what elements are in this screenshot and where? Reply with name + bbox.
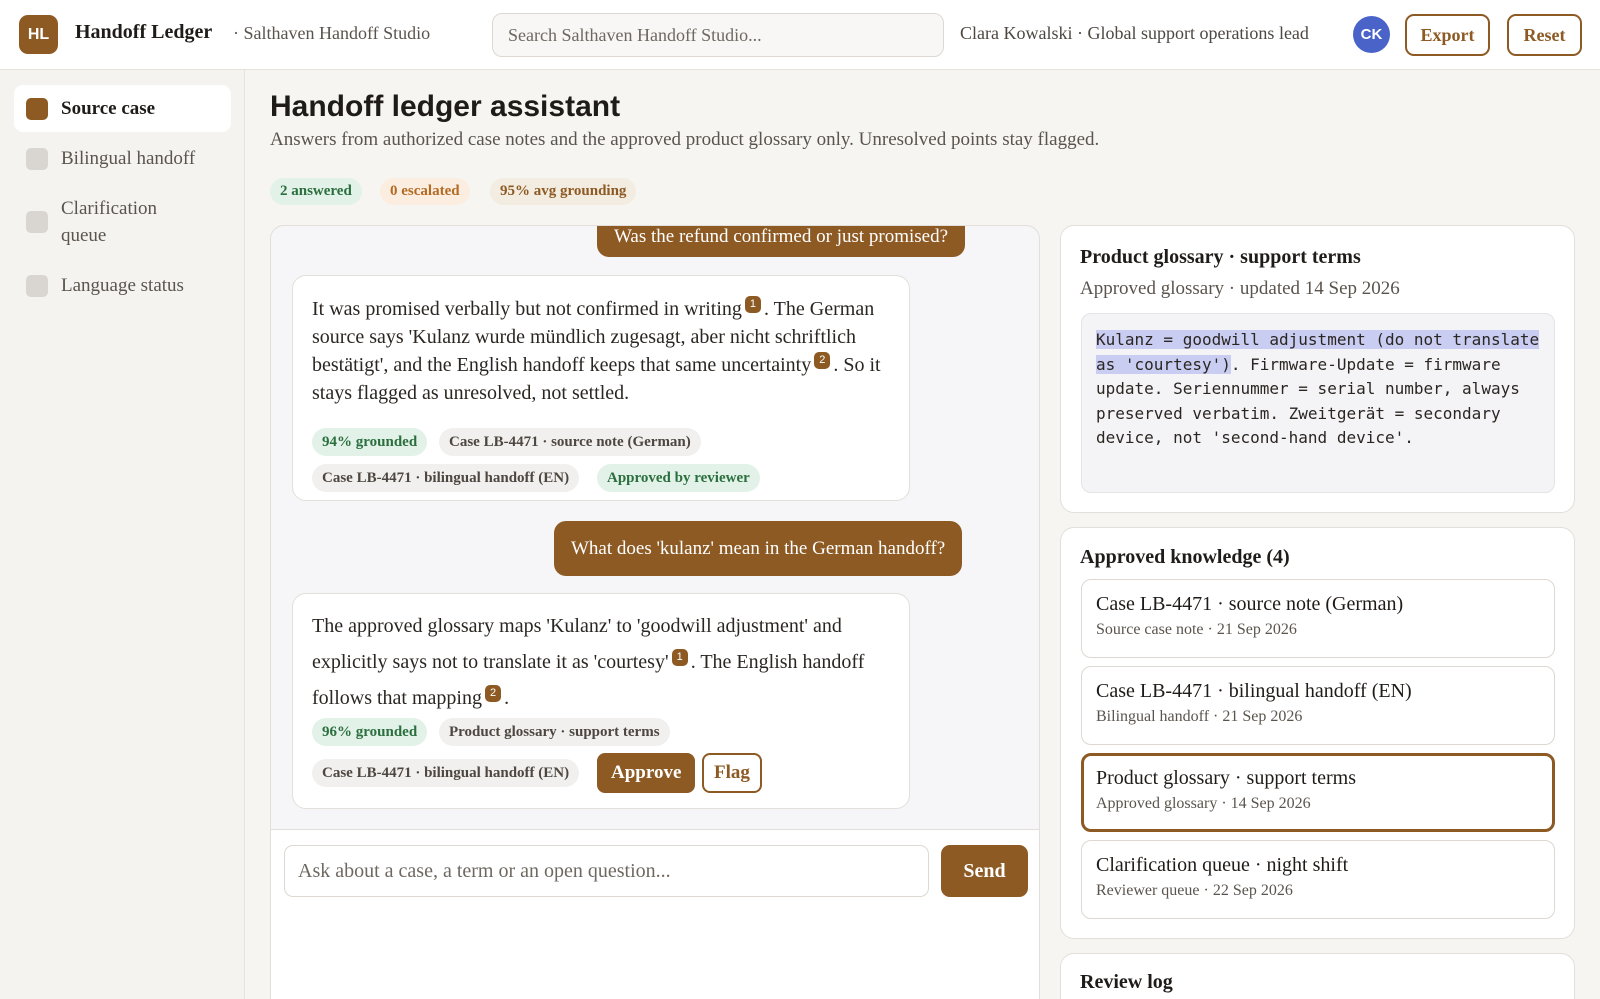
knowledge-item[interactable]: Case LB-4471 · source note (German) Sour… <box>1081 579 1555 658</box>
approved-knowledge-card: Approved knowledge (4) Case LB-4471 · so… <box>1060 527 1575 939</box>
sidebar-item-label: Source case <box>61 98 156 119</box>
source-chip[interactable]: Case LB-4471 · bilingual handoff (EN) <box>312 464 580 492</box>
review-log-title: Review log <box>1080 971 1173 993</box>
citation-badge[interactable]: 1 <box>744 296 762 314</box>
status-square-icon <box>26 148 48 170</box>
assistant-answer-card: It was promised verbally but not confirm… <box>292 275 910 501</box>
knowledge-item[interactable]: Case LB-4471 · bilingual handoff (EN) Bi… <box>1081 666 1555 745</box>
knowledge-item-selected[interactable]: Product glossary · support terms Approve… <box>1081 753 1555 832</box>
source-chip[interactable]: Case LB-4471 · bilingual handoff (EN) <box>312 759 580 787</box>
search-input[interactable] <box>492 13 944 57</box>
sidebar-item-bilingual-handoff[interactable]: Bilingual handoff <box>14 135 231 182</box>
flag-button[interactable]: Flag <box>702 753 762 793</box>
answered-badge: 2 answered <box>270 178 362 205</box>
user-question-bubble: Was the refund confirmed or just promise… <box>597 226 966 257</box>
escalated-badge: 0 escalated <box>380 178 470 205</box>
glossary-title: Product glossary · support terms <box>1080 246 1361 268</box>
citation-badge[interactable]: 1 <box>671 649 688 667</box>
app-logo: HL <box>19 15 58 54</box>
source-chip[interactable]: Product glossary · support terms <box>439 718 670 746</box>
chat-panel: Was the refund confirmed or just promise… <box>270 225 1040 999</box>
user-question-bubble: What does 'kulanz' mean in the German ha… <box>554 521 963 576</box>
glossary-excerpt: Kulanz = goodwill adjustment (do not tra… <box>1081 313 1555 493</box>
app-name: Handoff Ledger <box>75 21 213 43</box>
sidebar-item-language-status[interactable]: Language status <box>14 262 231 309</box>
approve-button[interactable]: Approve <box>597 753 696 793</box>
citation-badge[interactable]: 2 <box>814 352 831 370</box>
sidebar-item-label: Clarification queue <box>61 198 158 246</box>
top-bar: HL Handoff Ledger · Salthaven Handoff St… <box>0 0 1600 70</box>
source-chip[interactable]: Case LB-4471 · source note (German) <box>439 428 701 456</box>
grounding-badge: 95% avg grounding <box>490 178 637 205</box>
assistant-answer-card: The approved glossary maps 'Kulanz' to '… <box>292 593 910 809</box>
status-square-icon <box>26 211 48 233</box>
grounded-score-chip: 94% grounded <box>312 428 428 456</box>
user-name-role: Clara Kowalski · Global support operatio… <box>960 23 1309 43</box>
answer-text: The approved glossary maps 'Kulanz' to '… <box>312 615 865 709</box>
grounded-score-chip: 96% grounded <box>312 718 428 746</box>
knowledge-item[interactable]: Clarification queue · night shift Review… <box>1081 840 1555 919</box>
sidebar-item-label: Bilingual handoff <box>61 148 196 169</box>
knowledge-title: Approved knowledge (4) <box>1080 546 1290 568</box>
citation-badge[interactable]: 2 <box>484 685 502 703</box>
answer-text: It was promised verbally but not confirm… <box>312 296 881 404</box>
page-subtitle: Answers from authorized case notes and t… <box>270 129 1100 150</box>
export-button[interactable]: Export <box>1405 14 1490 56</box>
send-button[interactable]: Send <box>941 845 1028 897</box>
reset-button[interactable]: Reset <box>1507 14 1582 56</box>
review-log-card: Review log <box>1060 953 1575 999</box>
glossary-card: Product glossary · support terms Approve… <box>1060 225 1575 513</box>
glossary-subtitle: Approved glossary · updated 14 Sep 2026 <box>1080 278 1400 299</box>
status-square-icon <box>26 98 48 120</box>
sidebar-item-label: Language status <box>61 275 184 296</box>
approval-status-chip: Approved by reviewer <box>597 464 760 492</box>
composer: Send <box>271 829 1039 999</box>
sidebar-item-clarification-queue[interactable]: Clarification queue <box>14 185 231 259</box>
sidebar: Source case Bilingual handoff Clarificat… <box>0 70 245 999</box>
status-square-icon <box>26 275 48 297</box>
workspace-name: · Salthaven Handoff Studio <box>233 23 431 43</box>
page-title: Handoff ledger assistant <box>270 90 621 123</box>
ask-input[interactable] <box>284 845 929 897</box>
avatar[interactable]: CK <box>1353 16 1390 53</box>
sidebar-item-source-case[interactable]: Source case <box>14 85 231 132</box>
